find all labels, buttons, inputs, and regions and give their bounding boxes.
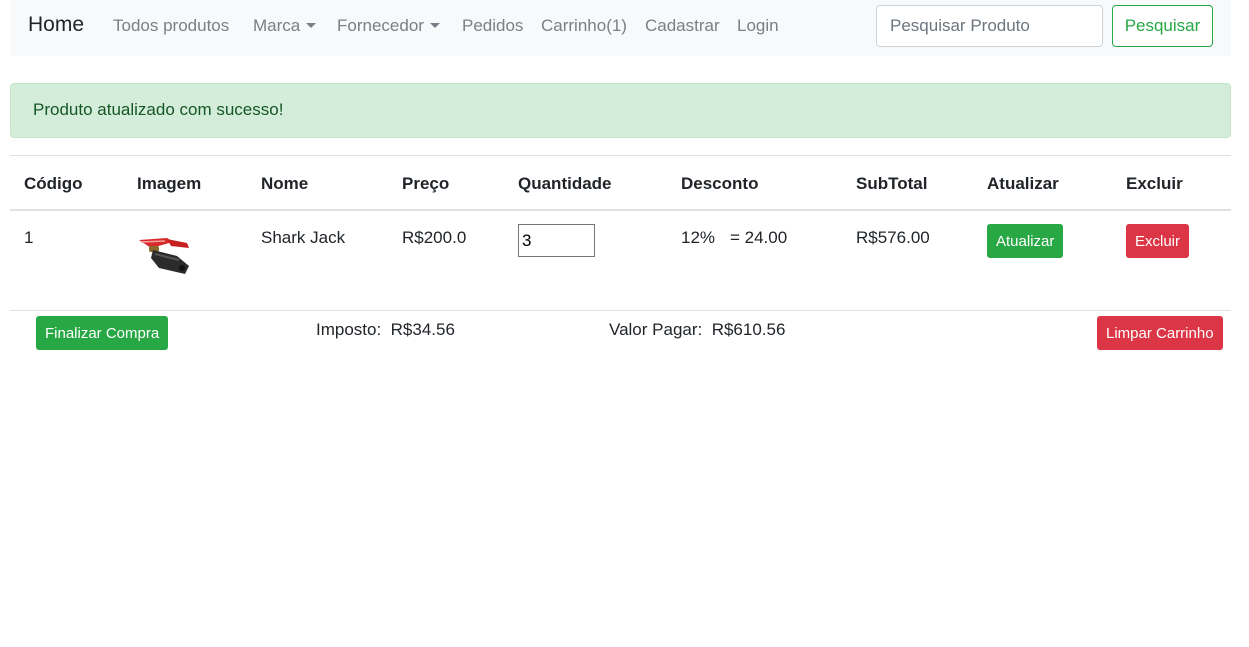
- quantity-input[interactable]: [518, 224, 595, 257]
- caret-down-icon: [306, 22, 317, 28]
- nav-dropdown-fornecedor[interactable]: Fornecedor: [337, 16, 440, 36]
- search-button[interactable]: Pesquisar: [1112, 5, 1213, 47]
- nav-dropdown-marca-label: Marca: [253, 16, 301, 35]
- table-top-border: [10, 155, 1231, 156]
- cell-desconto-pct: 12%: [681, 228, 716, 247]
- nav-dropdown-marca[interactable]: Marca: [253, 16, 317, 36]
- tax-summary: Imposto: R$34.56: [316, 320, 455, 340]
- cell-codigo: 1: [24, 228, 34, 247]
- header-desconto: Desconto: [681, 174, 759, 193]
- header-excluir: Excluir: [1126, 174, 1183, 193]
- nav-link-todos-produtos[interactable]: Todos produtos: [113, 16, 229, 36]
- delete-item-button[interactable]: Excluir: [1126, 224, 1190, 258]
- nav-brand-home[interactable]: Home: [28, 13, 84, 37]
- header-quantidade: Quantidade: [518, 174, 612, 193]
- header-nome: Nome: [261, 174, 309, 193]
- nav-link-cadastrar[interactable]: Cadastrar: [645, 16, 720, 36]
- success-alert: Produto atualizado com sucesso!: [10, 83, 1231, 138]
- header-atualizar: Atualizar: [987, 174, 1059, 193]
- cell-desconto-valor: = 24.00: [730, 228, 788, 247]
- header-bottom-border: [10, 209, 1231, 211]
- nav-dropdown-fornecedor-label: Fornecedor: [337, 16, 424, 35]
- nav-link-login[interactable]: Login: [737, 16, 779, 36]
- row-bottom-border: [10, 310, 1231, 311]
- update-item-button[interactable]: Atualizar: [987, 224, 1064, 258]
- total-value: R$610.56: [711, 320, 786, 339]
- nav-link-pedidos[interactable]: Pedidos: [462, 16, 523, 36]
- clear-cart-button[interactable]: Limpar Carrinho: [1097, 316, 1223, 350]
- tax-label: Imposto:: [316, 320, 382, 339]
- header-imagem: Imagem: [137, 174, 202, 193]
- tax-value: R$34.56: [390, 320, 455, 339]
- cell-subtotal: R$576.00: [856, 228, 930, 247]
- finalize-purchase-button[interactable]: Finalizar Compra: [36, 316, 169, 350]
- cell-nome: Shark Jack: [261, 228, 346, 247]
- header-subtotal: SubTotal: [856, 174, 928, 193]
- navbar: Home Todos produtos Marca Fornecedor Ped…: [10, 0, 1231, 56]
- nav-link-carrinho[interactable]: Carrinho(1): [541, 16, 627, 36]
- header-preco: Preço: [402, 174, 450, 193]
- total-label: Valor Pagar:: [609, 320, 703, 339]
- total-summary: Valor Pagar: R$610.56: [609, 320, 785, 340]
- product-image: [139, 238, 189, 274]
- search-input[interactable]: [876, 5, 1103, 47]
- caret-down-icon: [429, 22, 440, 28]
- header-codigo: Código: [24, 174, 83, 193]
- cell-preco: R$200.0: [402, 228, 467, 247]
- alert-message: Produto atualizado com sucesso!: [33, 100, 284, 119]
